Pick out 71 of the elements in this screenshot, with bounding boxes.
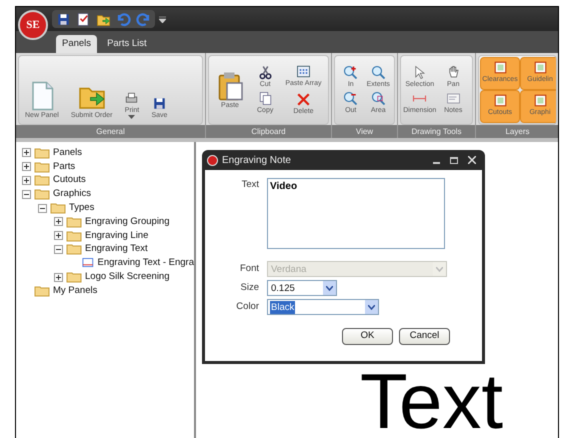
- collapse-icon[interactable]: [22, 190, 31, 199]
- delete-icon: [296, 92, 311, 107]
- dropdown-icon[interactable]: [159, 16, 166, 22]
- ribbon-group-label: General: [16, 125, 205, 138]
- folder-icon: [34, 146, 50, 159]
- layer-icon: [532, 93, 548, 108]
- folder-icon: [50, 202, 66, 214]
- magnifier-icon: [370, 91, 386, 106]
- ribbon-group-label: Drawing Tools: [398, 125, 475, 138]
- caret-icon: [323, 281, 336, 295]
- tree-item-label[interactable]: My Panels: [53, 284, 98, 298]
- dropdown[interactable]: Black: [267, 299, 379, 315]
- dialog-button[interactable]: Cancel: [399, 328, 450, 345]
- copy-icon: [258, 91, 273, 106]
- folder-icon: [34, 174, 50, 186]
- field-label: Color: [235, 300, 259, 314]
- folder-icon: [34, 188, 50, 200]
- close-icon[interactable]: [468, 156, 476, 164]
- folder-icon: [34, 160, 50, 173]
- zoom-out-icon: [343, 91, 358, 106]
- collapse-icon[interactable]: [38, 204, 47, 213]
- tree-item-label[interactable]: Parts: [53, 160, 76, 174]
- expand-icon[interactable]: [22, 176, 31, 185]
- tree-item-label[interactable]: Engraving Line: [85, 228, 148, 243]
- layer-icon: [492, 93, 508, 108]
- expand-icon[interactable]: [54, 231, 63, 240]
- folder-icon: [66, 271, 82, 284]
- caret-icon: [365, 300, 378, 314]
- tree-item-label[interactable]: Logo Silk Screening: [85, 270, 170, 284]
- text-area[interactable]: Video: [267, 178, 445, 249]
- grid-icon: [296, 64, 311, 79]
- app-logo[interactable]: SE: [18, 10, 48, 40]
- layer-icon: [532, 60, 548, 75]
- folder-icon: [34, 284, 50, 297]
- ribbon-group-label: View: [332, 125, 397, 138]
- maximize-icon[interactable]: [450, 156, 458, 164]
- dialog-button[interactable]: OK: [342, 328, 393, 345]
- tree-item-label[interactable]: Engraving Grouping: [85, 214, 170, 230]
- folder-icon: [66, 230, 82, 242]
- ribbon-group-label: Layers: [476, 125, 558, 138]
- canvas-text: Text: [360, 366, 504, 436]
- tree-item-label[interactable]: Cutouts: [53, 173, 86, 188]
- collapse-icon[interactable]: [54, 244, 63, 254]
- zoom-in-icon: [343, 65, 358, 80]
- ribbon-tab[interactable]: Parts List: [101, 35, 153, 53]
- ribbon-group-label: Clipboard: [206, 125, 331, 138]
- magnifier-icon: [370, 65, 386, 80]
- dropdown[interactable]: 0.125: [267, 280, 337, 296]
- checklist-icon[interactable]: [76, 12, 91, 26]
- engraving-icon: [82, 257, 95, 270]
- tree-item-label[interactable]: Engraving Text: [85, 242, 148, 257]
- expand-icon[interactable]: [54, 272, 63, 282]
- expand-icon[interactable]: [22, 162, 31, 172]
- expand-icon[interactable]: [22, 148, 31, 158]
- dialog-title: Engraving Note: [222, 154, 291, 168]
- ribbon-tab[interactable]: Panels: [56, 35, 98, 53]
- layer-icon: [492, 60, 508, 75]
- caret-icon: [433, 262, 446, 276]
- folder-icon: [66, 243, 82, 256]
- field-label: Size: [240, 280, 259, 295]
- tree-item-label[interactable]: Types: [69, 200, 94, 216]
- field-label: Font: [238, 262, 259, 276]
- scissors-icon: [258, 65, 273, 80]
- tree-item-label[interactable]: Panels: [53, 146, 82, 160]
- field-label: Text: [240, 178, 259, 192]
- expand-icon[interactable]: [54, 217, 63, 226]
- app-logo-icon: [207, 154, 218, 166]
- folder-icon: [66, 216, 82, 228]
- tree-item-label[interactable]: Engraving Text - Engra: [98, 256, 194, 270]
- note-icon: [446, 91, 461, 106]
- tree-item-label[interactable]: Graphics: [53, 187, 92, 202]
